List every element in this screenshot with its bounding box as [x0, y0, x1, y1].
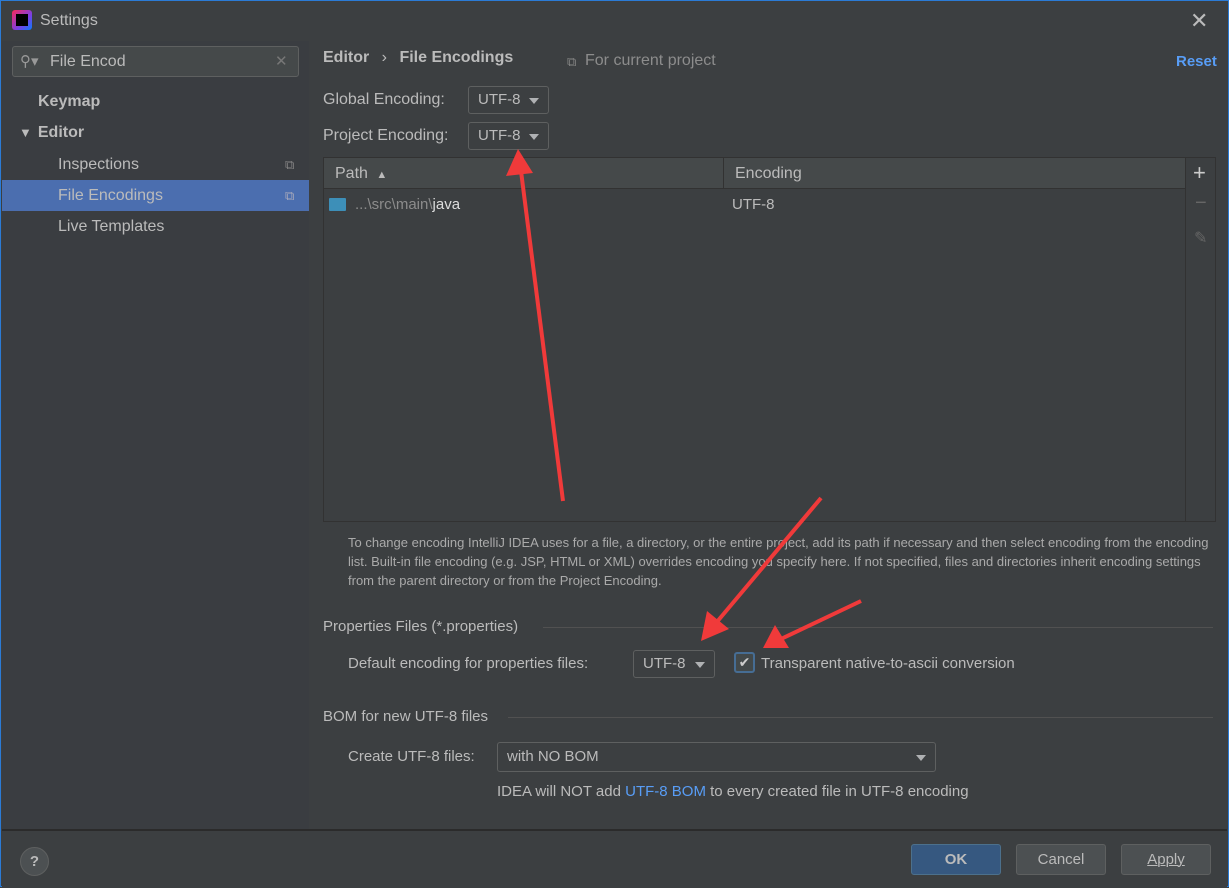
- settings-window: Settings ✕ ⚲▾ File Encod ✕ Keymap ▼ Edito…: [0, 0, 1229, 887]
- annotation-arrow-shaft: [714, 496, 823, 625]
- annotation-arrow-head: [506, 149, 533, 176]
- annotation-arrow-shaft: [519, 170, 565, 502]
- annotation-arrows: [506, 149, 862, 648]
- annotation-arrow-shaft: [780, 599, 862, 641]
